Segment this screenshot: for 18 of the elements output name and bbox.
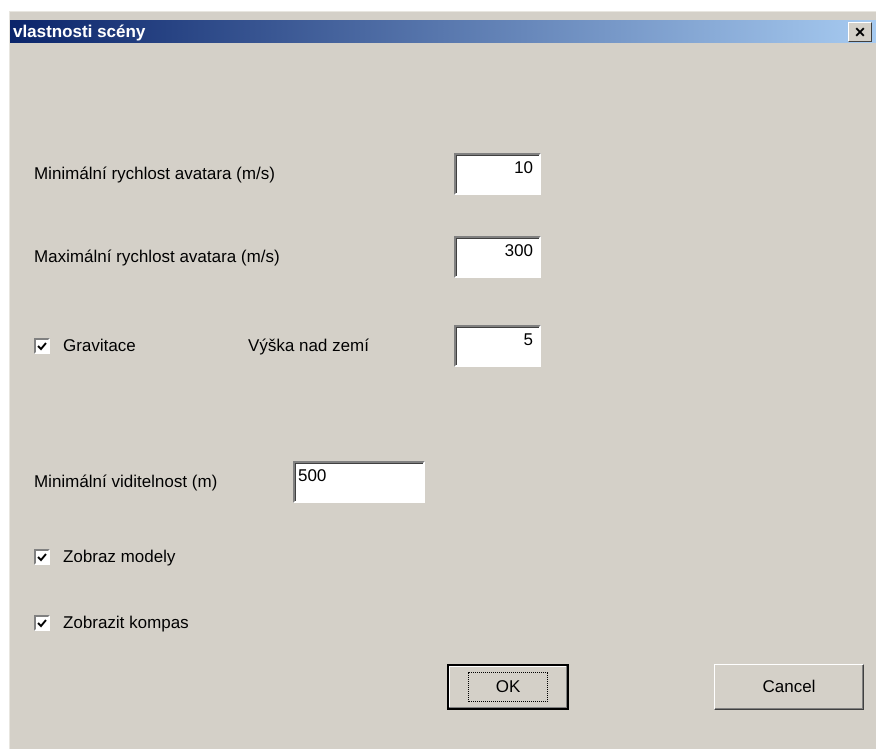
cancel-button[interactable]: Cancel	[714, 664, 864, 710]
window-title: vlastnosti scény	[13, 22, 146, 42]
checkbox[interactable]: Gravitace	[34, 336, 248, 356]
number-field[interactable]: 10	[454, 153, 541, 195]
field-label: Maximální rychlost avatara (m/s)	[34, 247, 281, 267]
field-label: Minimální viditelnost (m)	[34, 472, 218, 492]
field-label: Výška nad zemí	[248, 336, 370, 356]
number-field[interactable]: 300	[454, 236, 541, 278]
checkmark-icon	[37, 552, 47, 562]
checkmark-icon	[37, 342, 47, 350]
checkmark-icon	[37, 618, 47, 628]
field-label: Minimální rychlost avatara (m/s)	[34, 164, 276, 184]
text-field[interactable]: 500	[293, 461, 425, 503]
number-field[interactable]: 5	[454, 325, 541, 367]
checkbox[interactable]: Zobraz modely	[34, 547, 176, 567]
checkbox[interactable]: Zobrazit kompas	[34, 613, 189, 633]
close-button[interactable]: ×	[848, 22, 872, 42]
ok-button[interactable]: OK	[447, 664, 569, 710]
